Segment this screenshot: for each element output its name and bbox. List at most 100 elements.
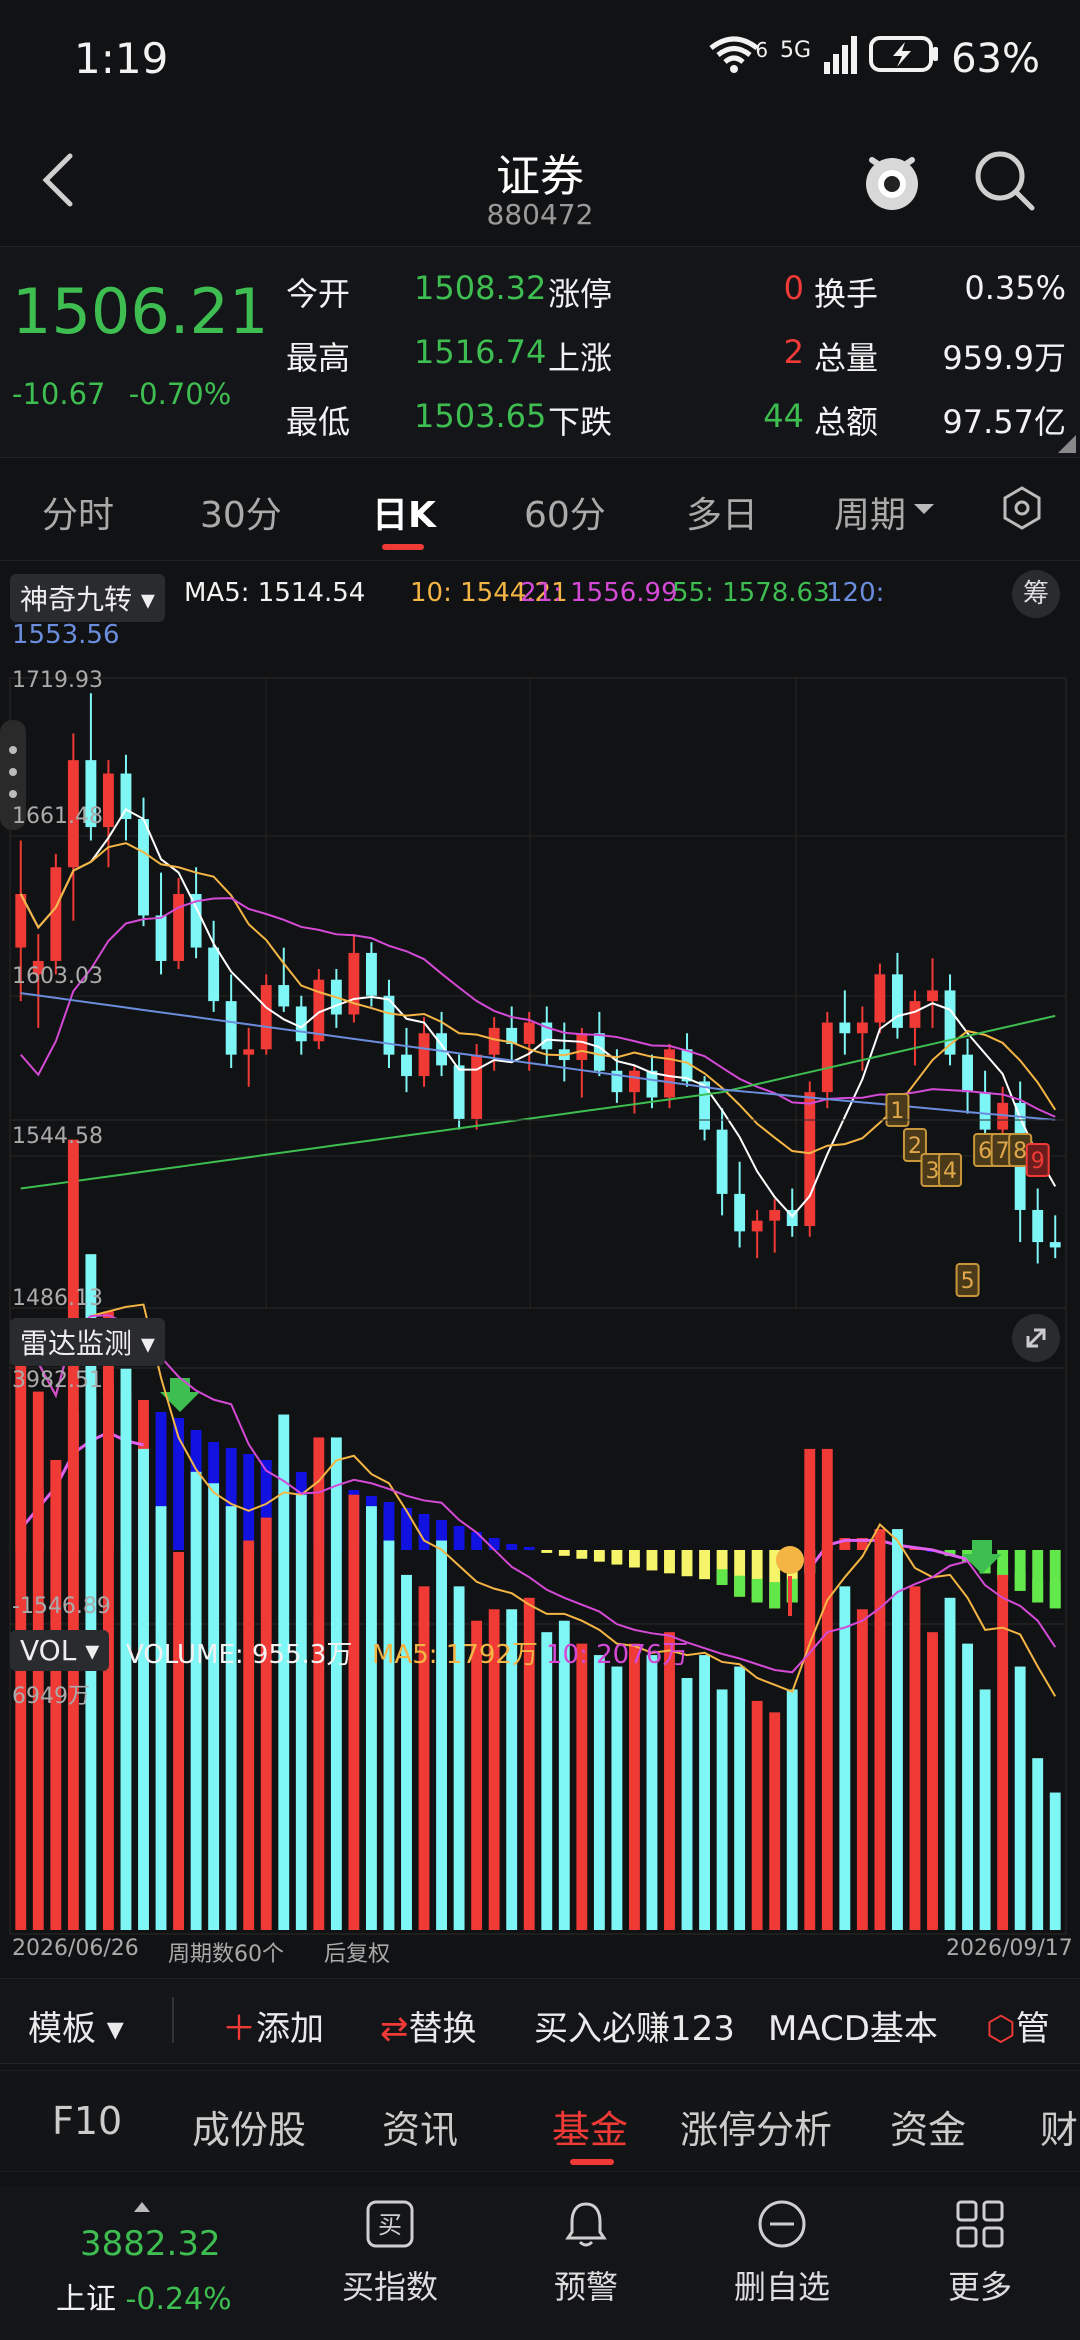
candle-body [50,867,62,961]
period-tab[interactable]: 分时 [42,486,114,538]
info-tab[interactable]: 财 [1040,2099,1078,2154]
volume-bar [138,1448,149,1930]
status-bar: 1:19 6 5G 63% [0,0,1080,120]
volume-bar [821,1448,833,1930]
candle-body [839,1022,851,1034]
fullscreen-button[interactable] [1012,1314,1060,1362]
ma120-value: 1553.56 [12,620,120,650]
candle-body [418,1033,430,1077]
more-button[interactable]: 更多 [930,2198,1030,2308]
change-value: -10.67 [12,377,106,411]
status-icons: 6 5G 63% [707,34,1040,84]
candle-body [664,1049,675,1098]
replace-button[interactable]: ⇄替换 [380,2001,477,2050]
buy-index-button[interactable]: 买 买指数 [340,2198,440,2308]
candle-body [260,985,272,1050]
quote-count: 44 [763,397,804,435]
period-tab[interactable]: 30分 [200,486,282,538]
info-tab[interactable]: 涨停分析 [680,2099,832,2154]
manage-button[interactable]: ⬡管 [986,2001,1050,2050]
period-tab[interactable]: 60分 [524,486,606,538]
info-tab[interactable]: 基金 [552,2099,628,2154]
volume-bar [699,1655,711,1930]
minus-circle-icon [758,2200,806,2248]
settings-hexagon-icon[interactable] [998,484,1046,532]
alert-button[interactable]: 预警 [536,2198,636,2308]
app-root: 1:19 6 5G 63% 证券 880472 1506.21 -10.67 -… [0,0,1080,2340]
period-tab[interactable]: 周期 [834,486,906,538]
mascot-button[interactable] [854,142,930,218]
date-start: 2026/06/26 [12,1936,139,1961]
vol-select[interactable]: VOL ▾ [10,1630,110,1671]
index-summary[interactable]: 上证 -0.24% [56,2274,232,2318]
volume-bar [593,1655,605,1930]
price-change: -10.67 -0.70% [12,377,231,411]
radar-select[interactable]: 雷达监测 ▾ [10,1318,165,1366]
ma-legend: 神奇九转 ▾ MA5: 1514.54 10: 1544.21 21: 1556… [0,568,1080,658]
chip-button[interactable]: 筹 [1012,570,1060,618]
signal-icon [823,34,858,84]
candle-body [979,1092,991,1130]
vol-label: VOL [20,1634,77,1667]
price-frame [9,677,1067,1309]
nine-turn-label: 6 [978,1139,992,1164]
candle-body [225,1001,237,1055]
info-tab[interactable]: F10 [52,2099,122,2143]
radar-bar [558,1550,570,1556]
volume-bar [208,1483,220,1930]
template-button[interactable]: 模板 ▾ [28,2001,124,2050]
volume-bar [979,1689,991,1930]
period-tab[interactable]: 日K [372,486,436,538]
battery-percent: 63% [951,36,1040,82]
volume-bar [891,1529,903,1930]
radar-bar-tail [734,1575,746,1597]
expand-corner-icon[interactable] [1058,435,1076,453]
radar-bar [488,1538,500,1550]
volume-bar [541,1632,553,1930]
volume-bar [436,1540,448,1930]
nine-turn-label: 3 [926,1159,940,1184]
remove-watchlist-button[interactable]: 删自选 [732,2198,832,2308]
period-count: 周期数60个 [168,1942,284,1967]
chart-toolbar: 模板 ▾ ＋添加 ⇄替换 买入必赚123 MACD基本 ⬡管 [0,1978,1080,2064]
candle-body [278,985,290,1007]
quote-value: 1508.32 [414,269,547,307]
ma5-label: MA5: 1514.54 [184,578,366,608]
info-tab[interactable]: 资金 [890,2099,966,2154]
quote-value: 97.57亿 [942,403,1066,441]
volume-bar [383,1540,395,1930]
radar-bar [576,1550,588,1559]
indicator-macd-button[interactable]: MACD基本 [768,2001,938,2050]
nine-turn-label: 8 [1013,1139,1027,1164]
quote-value: 0.35% [964,269,1066,307]
radar-bar [664,1550,675,1574]
volume-bar [365,1506,377,1930]
info-tab[interactable]: 资讯 [382,2099,458,2154]
volume-bar [927,1632,938,1930]
search-button[interactable] [970,146,1040,216]
volume-bar [646,1655,658,1930]
quote-value: 1503.65 [414,397,547,435]
active-tab-indicator [382,544,424,550]
money-bag-icon [776,1546,804,1574]
quote-label: 上涨 [548,339,613,377]
bottom-bar: 3882.32 上证 -0.24% 买 买指数 预警 删自选 更多 [0,2186,1080,2340]
quote-value: 959.9万 [942,339,1066,377]
volume-bar [874,1529,886,1930]
period-tab[interactable]: 多日 [686,486,758,538]
candle-body [523,1022,535,1044]
volume-bar [190,1471,202,1930]
nine-turn-label: 2 [908,1134,922,1159]
ma21-label: 21: 1556.99 [520,578,678,608]
volume-bar [962,1643,974,1930]
info-tab[interactable]: 成份股 [192,2099,306,2154]
index-value[interactable]: 3882.32 [80,2224,221,2264]
radar-bar-tail [1032,1578,1044,1603]
indicator-buy-button[interactable]: 买入必赚123 [534,2001,735,2050]
indicator-select[interactable]: 神奇九转 ▾ [10,574,165,622]
radar-bar [681,1550,693,1577]
candle-body [365,952,377,996]
add-button[interactable]: ＋添加 [222,2001,324,2050]
search-icon [975,151,1035,211]
info-tab-indicator [570,2159,614,2165]
